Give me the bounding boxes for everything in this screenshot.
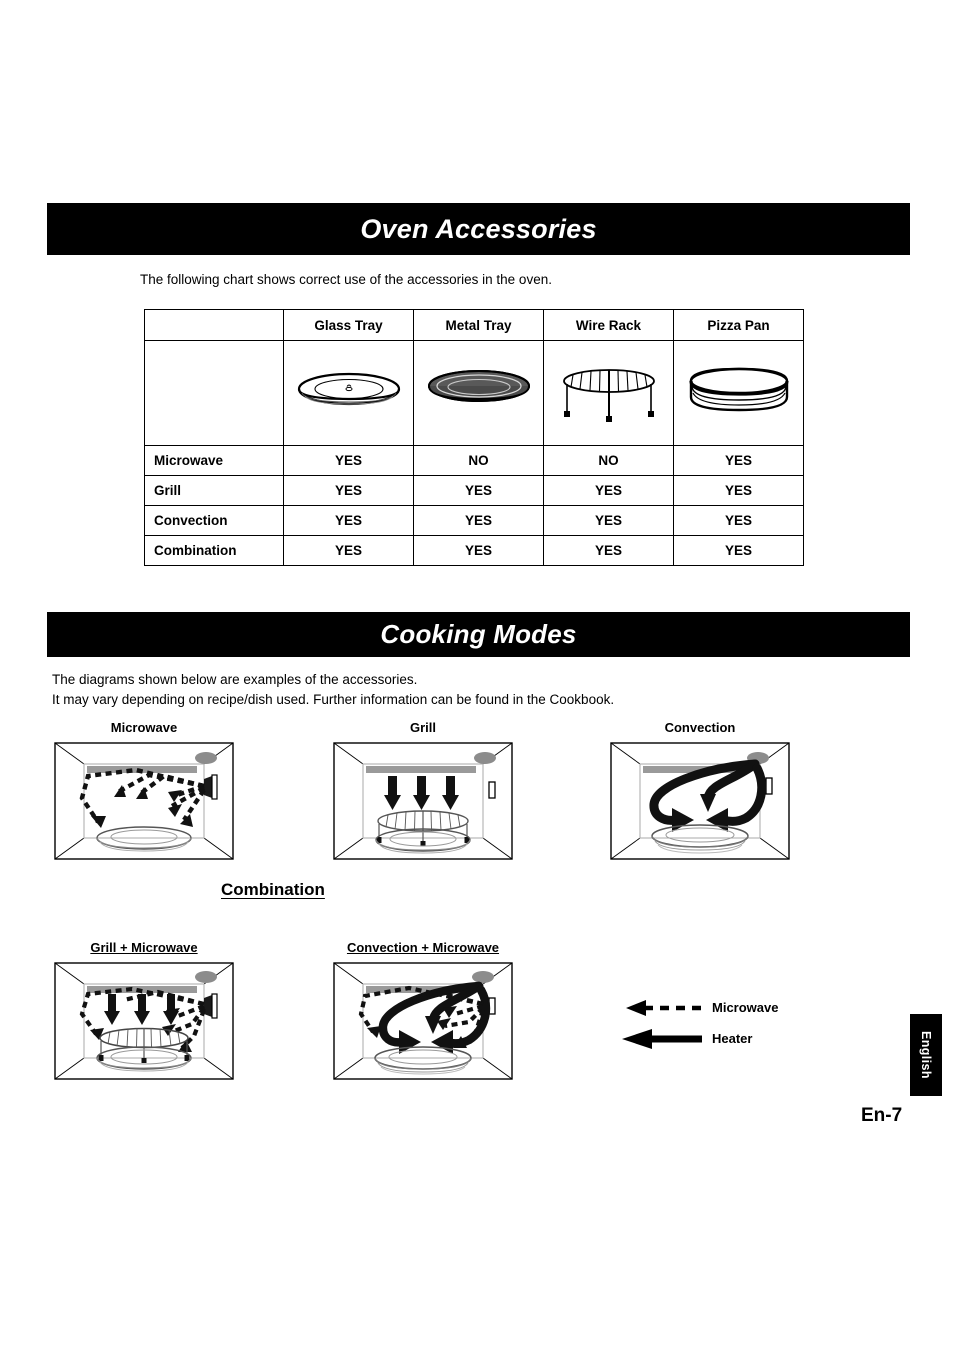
cell-microwave-pizza-pan: YES (673, 445, 804, 476)
cell-grill-wire-rack: YES (543, 475, 674, 506)
row-label-convection: Convection (144, 505, 284, 536)
cooking-mode-convection-microwave: Convection + Microwave (333, 940, 513, 1080)
column-header-glass-tray: Glass Tray (283, 309, 414, 341)
accessories-intro-text: The following chart shows correct use of… (140, 272, 552, 287)
cooking-mode-label-convection: Convection (664, 720, 736, 735)
legend-label-microwave: Microwave (712, 1000, 779, 1015)
language-side-tab: English (910, 1014, 942, 1096)
page-number: En-7 (861, 1105, 903, 1126)
metal-tray-icon (427, 370, 530, 402)
pizza-pan-icon (688, 367, 789, 412)
cell-microwave-wire-rack: NO (543, 445, 674, 476)
section-banner-oven-accessories: Oven Accessories (47, 203, 910, 255)
row-label-combination: Combination (144, 535, 284, 566)
table-row: Convection YES YES YES YES (144, 505, 804, 536)
cell-convection-glass-tray: YES (283, 505, 414, 536)
table-corner-cell (144, 309, 284, 341)
oven-grill-diagram (333, 742, 513, 860)
cooking-mode-convection: Convection (610, 720, 790, 860)
cooking-mode-label-microwave: Microwave (110, 720, 178, 735)
oven-convection-microwave-diagram (333, 962, 513, 1080)
combination-section-heading: Combination (221, 880, 325, 899)
oven-convection-diagram (610, 742, 790, 860)
illustration-empty-cell (144, 340, 284, 446)
row-label-microwave: Microwave (144, 445, 284, 476)
wire-rack-icon (562, 369, 655, 422)
cell-grill-pizza-pan: YES (673, 475, 804, 506)
metal-tray-cell (413, 340, 544, 446)
cell-grill-glass-tray: YES (283, 475, 414, 506)
cell-combination-pizza-pan: YES (673, 535, 804, 566)
table-illustration-row (144, 340, 804, 446)
cell-microwave-glass-tray: YES (283, 445, 414, 476)
cell-convection-metal-tray: YES (413, 505, 544, 536)
cell-combination-metal-tray: YES (413, 535, 544, 566)
cell-convection-pizza-pan: YES (673, 505, 804, 536)
cooking-mode-grill-microwave: Grill + Microwave (54, 940, 234, 1080)
legend-label-heater: Heater (712, 1031, 753, 1046)
oven-microwave-diagram (54, 742, 234, 860)
oven-grill-microwave-diagram (54, 962, 234, 1080)
wire-rack-cell (543, 340, 674, 446)
pizza-pan-cell (673, 340, 804, 446)
cooking-mode-label-grill-microwave: Grill + Microwave (90, 940, 198, 955)
cell-microwave-metal-tray: NO (413, 445, 544, 476)
column-header-wire-rack: Wire Rack (543, 309, 674, 341)
column-header-metal-tray: Metal Tray (413, 309, 544, 341)
table-header-row: Glass Tray Metal Tray Wire Rack Pizza Pa… (144, 309, 804, 341)
cell-convection-wire-rack: YES (543, 505, 674, 536)
cell-grill-metal-tray: YES (413, 475, 544, 506)
section-banner-cooking-modes: Cooking Modes (47, 612, 910, 657)
cooking-modes-intro-text: The diagrams shown below are examples of… (52, 672, 615, 707)
cooking-mode-label-convection-microwave: Convection + Microwave (346, 940, 500, 955)
table-row: Microwave YES NO NO YES (144, 445, 804, 476)
dashed-arrow-icon (626, 999, 702, 1016)
language-side-tab-label: English (919, 1031, 933, 1079)
cooking-mode-microwave: Microwave (54, 720, 234, 860)
cell-combination-glass-tray: YES (283, 535, 414, 566)
glass-tray-icon (297, 372, 400, 406)
cooking-mode-label-grill: Grill (409, 720, 436, 735)
accessories-compatibility-table: Glass Tray Metal Tray Wire Rack Pizza Pa… (144, 309, 804, 566)
legend-item-microwave: Microwave (618, 992, 848, 1023)
cooking-mode-grill: Grill (333, 720, 513, 860)
glass-tray-cell (283, 340, 414, 446)
cell-combination-wire-rack: YES (543, 535, 674, 566)
diagram-legend: Microwave Heater (618, 992, 848, 1054)
solid-arrow-icon (622, 1028, 702, 1049)
table-row: Grill YES YES YES YES (144, 475, 804, 506)
legend-item-heater: Heater (618, 1023, 848, 1054)
column-header-pizza-pan: Pizza Pan (673, 309, 804, 341)
table-row: Combination YES YES YES YES (144, 535, 804, 566)
row-label-grill: Grill (144, 475, 284, 506)
